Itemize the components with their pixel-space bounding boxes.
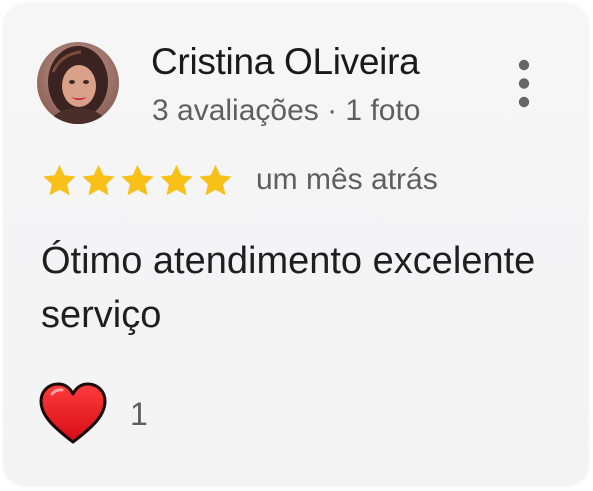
star-icon <box>160 164 193 196</box>
heart-icon[interactable] <box>38 382 108 446</box>
author-meta: 3 avaliações · 1 foto <box>152 94 421 127</box>
star-icon <box>43 164 76 196</box>
more-vert-icon[interactable] <box>512 58 536 112</box>
star-rating <box>40 162 235 200</box>
review-text: Ótimo atendimento excelente serviço <box>41 240 536 336</box>
star-icon <box>121 164 154 196</box>
like-count: 1 <box>130 395 148 432</box>
like-button[interactable]: 1 <box>38 382 148 446</box>
avatar[interactable] <box>37 42 119 124</box>
author-name[interactable]: Cristina OLiveira <box>151 41 420 83</box>
review-card: Cristina OLiveira 3 avaliações · 1 foto … <box>4 4 588 486</box>
star-icon <box>82 164 115 196</box>
review-date: um mês atrás <box>256 163 438 196</box>
star-icon <box>199 164 232 196</box>
